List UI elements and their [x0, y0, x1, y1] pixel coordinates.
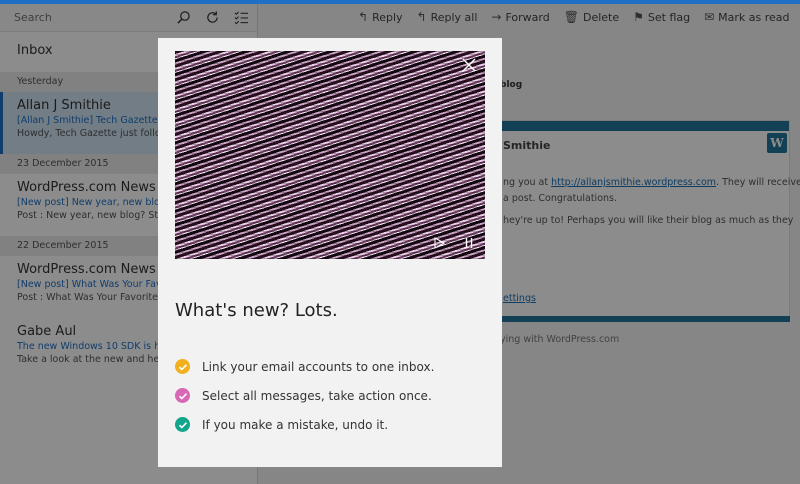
feature-text: Select all messages, take action once. — [202, 388, 432, 403]
feature-text: Link your email accounts to one inbox. — [202, 359, 435, 374]
pause-icon[interactable] — [463, 237, 475, 249]
check-icon — [175, 417, 190, 432]
feature-item: Link your email accounts to one inbox. — [175, 359, 434, 374]
close-icon[interactable] — [461, 57, 477, 73]
play-icon[interactable] — [433, 237, 445, 249]
feature-item: If you make a mistake, undo it. — [175, 417, 388, 432]
feature-text: If you make a mistake, undo it. — [202, 417, 389, 432]
whats-new-dialog: What's new? Lots. Link your email accoun… — [158, 38, 502, 467]
feature-item: Select all messages, take action once. — [175, 388, 432, 403]
intro-video[interactable] — [175, 51, 485, 259]
dialog-title: What's new? Lots. — [175, 300, 338, 321]
check-icon — [175, 388, 190, 403]
check-icon — [175, 359, 190, 374]
